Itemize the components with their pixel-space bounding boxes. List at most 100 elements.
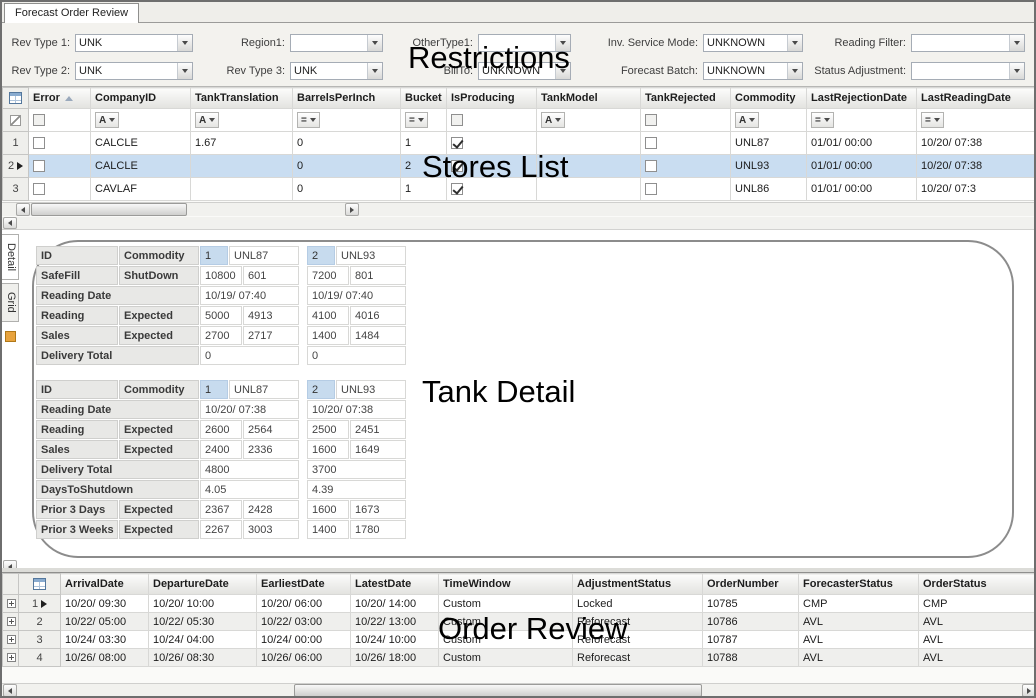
expand-icon[interactable] <box>7 653 16 662</box>
col-bucket[interactable]: Bucket <box>401 88 447 109</box>
filter-checkbox[interactable] <box>33 114 45 126</box>
rev-type-3-combo[interactable]: UNK <box>290 62 383 80</box>
cell-lastreadingdate[interactable]: 10/20/ 07:3 <box>917 178 1036 201</box>
scroll-right-button[interactable] <box>1022 684 1036 697</box>
equals-filter-button[interactable]: = <box>921 112 944 128</box>
row-expander[interactable] <box>3 649 19 667</box>
filter-tankrejected[interactable] <box>641 109 731 132</box>
cell-timewindow[interactable]: Custom <box>439 649 573 667</box>
cell-departuredate[interactable]: 10/20/ 10:00 <box>149 595 257 613</box>
cell-error[interactable] <box>29 132 91 155</box>
filter-isproducing[interactable] <box>447 109 537 132</box>
tab-forecast-order-review[interactable]: Forecast Order Review <box>4 3 139 23</box>
cell-tanktranslation[interactable]: 1.67 <box>191 132 293 155</box>
dropdown-arrow-icon[interactable] <box>367 35 382 51</box>
row-selector[interactable]: 1 <box>19 595 61 613</box>
row-expander[interactable] <box>3 595 19 613</box>
dropdown-arrow-icon[interactable] <box>1009 63 1024 79</box>
error-checkbox[interactable] <box>33 183 45 195</box>
filter-commodity[interactable]: A <box>731 109 807 132</box>
cell-companyid[interactable]: CAVLAF <box>91 178 191 201</box>
expand-icon[interactable] <box>7 635 16 644</box>
region1-combo[interactable] <box>290 34 383 52</box>
cell-ordernumber[interactable]: 10788 <box>703 649 799 667</box>
row-selector[interactable]: 3 <box>19 631 61 649</box>
row-selector[interactable]: 4 <box>19 649 61 667</box>
cell-earliestdate[interactable]: 10/22/ 03:00 <box>257 613 351 631</box>
equals-filter-button[interactable]: = <box>405 112 428 128</box>
scrollbar-thumb[interactable] <box>31 203 187 216</box>
row-selector[interactable]: 2 <box>19 613 61 631</box>
cell-earliestdate[interactable]: 10/24/ 00:00 <box>257 631 351 649</box>
cell-arrivaldate[interactable]: 10/22/ 05:00 <box>61 613 149 631</box>
col-tankrejected[interactable]: TankRejected <box>641 88 731 109</box>
dropdown-arrow-icon[interactable] <box>177 35 192 51</box>
row-selector[interactable]: 2 <box>3 155 29 178</box>
col-orderstatus[interactable]: OrderStatus <box>919 574 1036 595</box>
cell-error[interactable] <box>29 155 91 178</box>
cell-forecasterstatus[interactable]: CMP <box>799 595 919 613</box>
tank-rejected-checkbox[interactable] <box>645 183 657 195</box>
cell-forecasterstatus[interactable]: AVL <box>799 649 919 667</box>
row-selector[interactable]: 3 <box>3 178 29 201</box>
cell-adjustmentstatus[interactable]: Reforecast <box>573 649 703 667</box>
cell-earliestdate[interactable]: 10/20/ 06:00 <box>257 595 351 613</box>
col-arrivaldate[interactable]: ArrivalDate <box>61 574 149 595</box>
dropdown-arrow-icon[interactable] <box>787 63 802 79</box>
tank-rejected-checkbox[interactable] <box>645 160 657 172</box>
cell-arrivaldate[interactable]: 10/26/ 08:00 <box>61 649 149 667</box>
dropdown-arrow-icon[interactable] <box>367 63 382 79</box>
cell-departuredate[interactable]: 10/24/ 04:00 <box>149 631 257 649</box>
cell-forecasterstatus[interactable]: AVL <box>799 613 919 631</box>
filter-lastrejectiondate[interactable]: = <box>807 109 917 132</box>
error-checkbox[interactable] <box>33 160 45 172</box>
cell-ordernumber[interactable]: 10786 <box>703 613 799 631</box>
filter-companyid[interactable]: A <box>91 109 191 132</box>
cell-forecasterstatus[interactable]: AVL <box>799 631 919 649</box>
scroll-right-button[interactable] <box>345 203 359 216</box>
scroll-left-button[interactable] <box>16 203 30 216</box>
cell-ordernumber[interactable]: 10785 <box>703 595 799 613</box>
cell-lastreadingdate[interactable]: 10/20/ 07:38 <box>917 132 1036 155</box>
orders-selector-header[interactable] <box>19 574 61 595</box>
filter-bucket[interactable]: = <box>401 109 447 132</box>
col-adjustmentstatus[interactable]: AdjustmentStatus <box>573 574 703 595</box>
stores-horizontal-scrollbar[interactable] <box>2 202 1036 216</box>
reading-filter-combo[interactable] <box>911 34 1025 52</box>
cell-arrivaldate[interactable]: 10/24/ 03:30 <box>61 631 149 649</box>
filter-checkbox[interactable] <box>645 114 657 126</box>
expand-icon[interactable] <box>7 599 16 608</box>
is-producing-checkbox[interactable] <box>451 137 463 149</box>
cell-latestdate[interactable]: 10/24/ 10:00 <box>351 631 439 649</box>
filter-tanktranslation[interactable]: A <box>191 109 293 132</box>
cell-orderstatus[interactable]: CMP <box>919 595 1036 613</box>
col-earliestdate[interactable]: EarliestDate <box>257 574 351 595</box>
filter-tankmodel[interactable]: A <box>537 109 641 132</box>
col-departuredate[interactable]: DepartureDate <box>149 574 257 595</box>
tank-rejected-checkbox[interactable] <box>645 137 657 149</box>
col-lastreadingdate[interactable]: LastReadingDate <box>917 88 1036 109</box>
cell-barrelsperinch[interactable]: 0 <box>293 155 401 178</box>
filter-error[interactable] <box>29 109 91 132</box>
col-commodity[interactable]: Commodity <box>731 88 807 109</box>
cell-commodity[interactable]: UNL93 <box>731 155 807 178</box>
equals-filter-button[interactable]: = <box>297 112 320 128</box>
scroll-left-button[interactable] <box>3 684 17 697</box>
error-checkbox[interactable] <box>33 137 45 149</box>
cell-departuredate[interactable]: 10/26/ 08:30 <box>149 649 257 667</box>
scroll-left-button[interactable] <box>3 217 17 229</box>
cell-earliestdate[interactable]: 10/26/ 06:00 <box>257 649 351 667</box>
cell-tankrejected[interactable] <box>641 155 731 178</box>
cell-companyid[interactable]: CALCLE <box>91 155 191 178</box>
cell-orderstatus[interactable]: AVL <box>919 649 1036 667</box>
col-timewindow[interactable]: TimeWindow <box>439 574 573 595</box>
col-ordernumber[interactable]: OrderNumber <box>703 574 799 595</box>
text-filter-button[interactable]: A <box>735 112 759 128</box>
row-expander[interactable] <box>3 613 19 631</box>
cell-adjustmentstatus[interactable]: Locked <box>573 595 703 613</box>
tab-grid[interactable]: Grid <box>2 283 19 322</box>
text-filter-button[interactable]: A <box>95 112 119 128</box>
cell-tanktranslation[interactable] <box>191 155 293 178</box>
cell-arrivaldate[interactable]: 10/20/ 09:30 <box>61 595 149 613</box>
filter-lastreadingdate[interactable]: = <box>917 109 1036 132</box>
